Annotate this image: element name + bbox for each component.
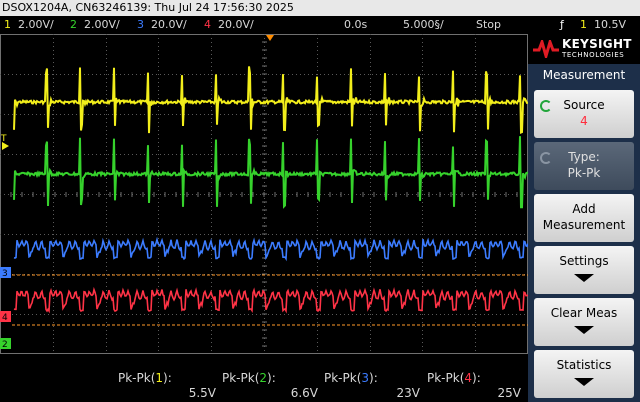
- add-measurement-softkey[interactable]: Add Measurement: [534, 194, 634, 242]
- waveform-display[interactable]: T 3 4 2: [0, 34, 528, 354]
- ch2-indicator[interactable]: 2 2.00V/: [70, 16, 120, 34]
- measurement-value: 5.5V: [188, 386, 216, 400]
- trigger-slope-icon: ƒ: [560, 18, 564, 31]
- trigger-position-marker[interactable]: [266, 35, 274, 41]
- softkey-label: Statistics: [556, 358, 612, 372]
- timebase-readout[interactable]: 5.000§/: [403, 16, 444, 34]
- softkey-label: Type:: [568, 150, 600, 164]
- brand-header: KEYSIGHT TECHNOLOGIES: [528, 34, 640, 64]
- trigger-source: 1: [580, 18, 587, 31]
- clear-meas-softkey[interactable]: Clear Meas: [534, 298, 634, 346]
- submenu-arrow-icon: [574, 378, 594, 386]
- measurement-label: Pk-Pk(2):: [222, 371, 276, 385]
- measurement-label: Pk-Pk(4):: [427, 371, 481, 385]
- measurement-label: Pk-Pk(1):: [118, 371, 172, 385]
- measurement-label: Pk-Pk(3):: [324, 371, 378, 385]
- trigger-level[interactable]: 10.5V: [594, 16, 626, 34]
- measurement-value: 23V: [396, 386, 420, 400]
- ch4-indicator[interactable]: 4 20.0V/: [204, 16, 254, 34]
- softkey-panel: KEYSIGHT TECHNOLOGIES Measurement Source…: [528, 34, 640, 402]
- softkey-label: Source: [563, 98, 605, 112]
- softkey-label: Clear Meas: [550, 306, 618, 320]
- ch3-waveform: [13, 236, 528, 262]
- ch3-indicator[interactable]: 3 20.0V/: [137, 16, 187, 34]
- ch1-waveform: [13, 66, 528, 134]
- submenu-arrow-icon: [574, 274, 594, 282]
- submenu-arrow-icon: [574, 326, 594, 334]
- measurement-value: 6.6V: [290, 386, 318, 400]
- delay-readout[interactable]: 0.0s: [344, 16, 367, 34]
- softkey-label: Settings: [559, 254, 609, 268]
- statistics-softkey[interactable]: Statistics: [534, 350, 634, 398]
- ch2-marker-label: 2: [2, 340, 8, 350]
- softkey-label: Add: [572, 202, 596, 216]
- brand-name: KEYSIGHT: [562, 37, 632, 51]
- ch4-marker-label: 4: [2, 313, 8, 323]
- channel-bar: 1 2.00V/ 2 2.00V/ 3 20.0V/ 4 20.0V/ 0.0s…: [0, 16, 640, 34]
- brand-subtitle: TECHNOLOGIES: [562, 51, 625, 59]
- source-softkey[interactable]: Source 4: [534, 90, 634, 138]
- ch3-marker-label: 3: [2, 269, 8, 279]
- softkey-label-2: Measurement: [542, 218, 626, 232]
- run-state[interactable]: Stop: [476, 16, 501, 34]
- ch4-waveform: [13, 286, 528, 314]
- keysight-logo-icon: [533, 40, 559, 58]
- ch1-indicator[interactable]: 1 2.00V/: [4, 16, 54, 34]
- status-line: DSOX1204A, CN63246139: Thu Jul 24 17:56:…: [0, 0, 640, 16]
- softkey-value: Pk-Pk: [567, 166, 601, 180]
- softkey-value: 4: [580, 114, 588, 128]
- settings-softkey[interactable]: Settings: [534, 246, 634, 294]
- measurement-readouts: Pk-Pk(1): 5.5V Pk-Pk(2): 6.6V Pk-Pk(3): …: [0, 370, 528, 402]
- graticule: T 3 4 2: [0, 34, 528, 354]
- measurement-value: 25V: [497, 386, 521, 400]
- type-softkey[interactable]: Type: Pk-Pk: [534, 142, 634, 190]
- trigger-level-marker: T: [0, 134, 7, 144]
- menu-title: Measurement: [542, 68, 626, 82]
